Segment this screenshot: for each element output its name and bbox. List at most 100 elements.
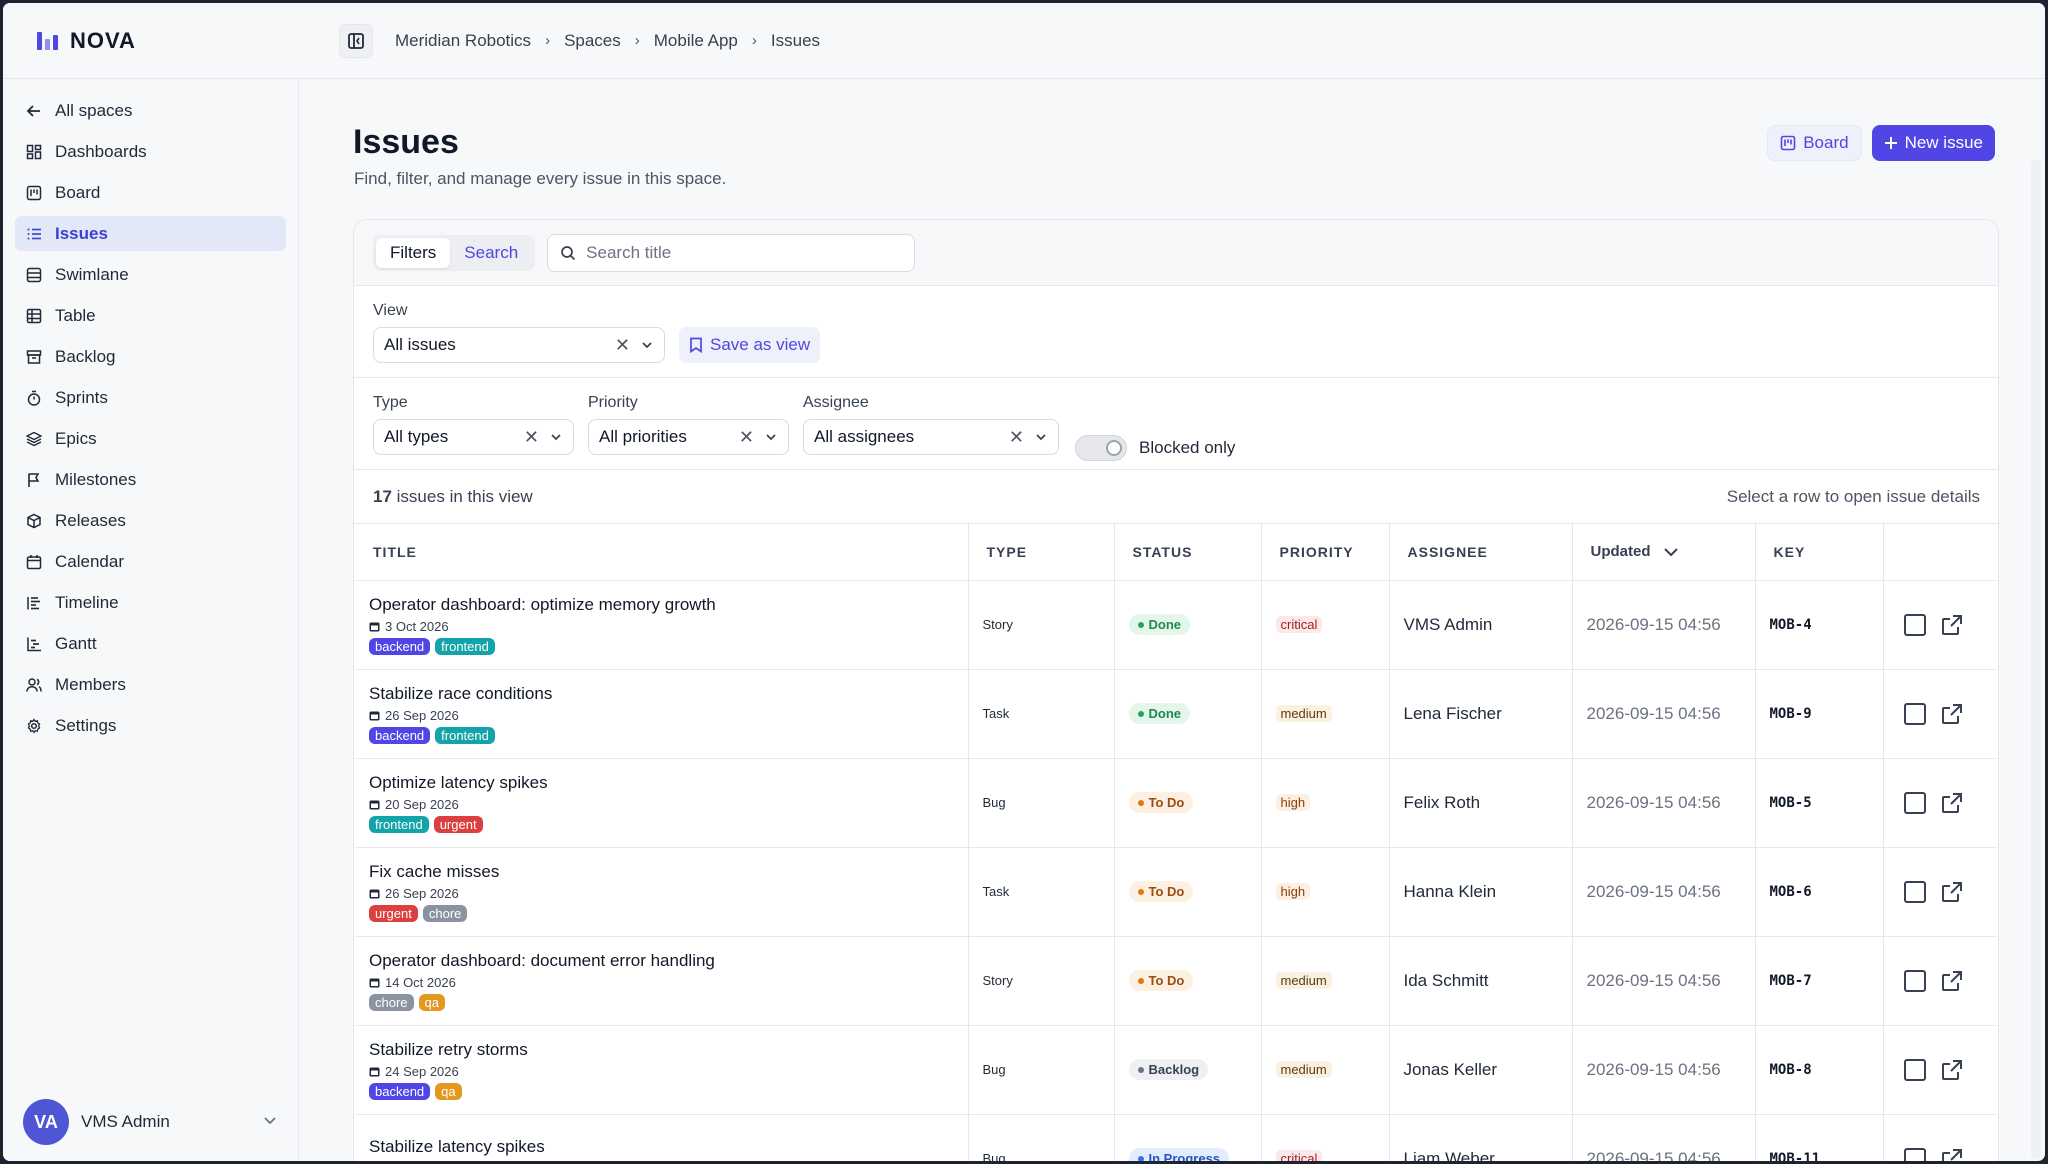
issue-tags: frontend urgent	[369, 815, 968, 833]
table-row[interactable]: Optimize latency spikes 20 Sep 2026 fron…	[355, 758, 1997, 848]
sidebar-item-label: Backlog	[55, 346, 116, 366]
sidebar-item-label: Issues	[55, 223, 108, 243]
table-row[interactable]: Stabilize race conditions 26 Sep 2026 ba…	[355, 669, 1997, 759]
clear-icon[interactable]: ✕	[739, 427, 754, 448]
brand[interactable]: NOVA	[3, 28, 335, 54]
search-icon	[561, 245, 576, 260]
assignee-select[interactable]: All assignees ✕	[803, 419, 1059, 455]
view-select[interactable]: All issues ✕	[373, 327, 665, 363]
blocked-only-toggle[interactable]	[1075, 434, 1127, 461]
sidebar-item-issues[interactable]: Issues	[15, 216, 286, 251]
issue-date-text: 26 Sep 2026	[385, 707, 459, 723]
status-text: In Progress	[1148, 1151, 1221, 1164]
search-input[interactable]	[586, 242, 887, 263]
external-link-icon[interactable]	[1940, 880, 1964, 904]
sidebar-item-gantt[interactable]: Gantt	[15, 626, 286, 661]
table-row[interactable]: Operator dashboard: optimize memory grow…	[355, 580, 1997, 670]
save-as-view-button[interactable]: Save as view	[679, 327, 821, 363]
row-select-checkbox[interactable]	[1903, 969, 1926, 992]
sidebar-item-dashboards[interactable]: Dashboards	[15, 134, 286, 169]
sidebar-item-members[interactable]: Members	[15, 667, 286, 702]
external-link-icon[interactable]	[1940, 1058, 1964, 1082]
issue-count-suffix: issues in this view	[396, 486, 533, 506]
issue-due-date: 24 Sep 2026	[369, 1064, 968, 1079]
sidebar-item-backlog[interactable]: Backlog	[15, 339, 286, 374]
sidebar-item-milestones[interactable]: Milestones	[15, 462, 286, 497]
table-row[interactable]: Stabilize latency spikes 22 Sep 2026 Bug…	[355, 1114, 1997, 1164]
issues-panel: Filters Search View All issues ✕	[353, 219, 1999, 1164]
issue-updated: 2026-09-15 04:56	[1572, 1114, 1756, 1161]
sidebar-item-board[interactable]: Board	[15, 175, 286, 210]
swimlane-icon	[25, 266, 43, 284]
tab-search[interactable]: Search	[450, 238, 532, 268]
row-select-checkbox[interactable]	[1903, 1058, 1926, 1081]
breadcrumb-org[interactable]: Meridian Robotics	[395, 31, 531, 51]
table-row[interactable]: Operator dashboard: document error handl…	[355, 936, 1997, 1026]
row-select-checkbox[interactable]	[1903, 791, 1926, 814]
clear-icon[interactable]: ✕	[1009, 427, 1024, 448]
priority-badge: high	[1275, 882, 1311, 900]
external-link-icon[interactable]	[1940, 702, 1964, 726]
board-view-button[interactable]: Board	[1767, 125, 1862, 161]
priority-select[interactable]: All priorities ✕	[588, 419, 789, 455]
row-select-checkbox[interactable]	[1903, 613, 1926, 636]
issue-status-cell: Done	[1114, 669, 1262, 759]
clear-icon[interactable]: ✕	[615, 335, 630, 356]
column-header-updated[interactable]: Updated	[1572, 524, 1756, 581]
type-select[interactable]: All types ✕	[373, 419, 574, 455]
table-body: Operator dashboard: optimize memory grow…	[355, 580, 1997, 1164]
gantt-icon	[25, 635, 43, 653]
status-text: Done	[1148, 706, 1182, 721]
external-link-icon[interactable]	[1940, 969, 1964, 993]
chevron-right-icon: ›	[545, 32, 551, 49]
tab-filters[interactable]: Filters	[376, 237, 451, 268]
issue-type: Story	[968, 580, 1115, 670]
new-issue-button[interactable]: New issue	[1871, 125, 1995, 161]
external-link-icon[interactable]	[1940, 613, 1964, 637]
table-row[interactable]: Stabilize retry storms 24 Sep 2026 backe…	[355, 1025, 1997, 1115]
breadcrumb-space[interactable]: Mobile App	[654, 31, 738, 51]
sidebar-item-swimlane[interactable]: Swimlane	[15, 257, 286, 292]
issue-title: Stabilize latency spikes	[369, 1137, 545, 1156]
issue-type: Task	[968, 669, 1115, 759]
issue-key: MOB-8	[1755, 1025, 1884, 1115]
status-badge: In Progress	[1128, 1148, 1230, 1164]
sidebar-collapse-button[interactable]	[339, 23, 373, 58]
column-header-key[interactable]: KEY	[1755, 524, 1884, 581]
sidebar-item-epics[interactable]: Epics	[15, 421, 286, 456]
row-select-checkbox[interactable]	[1903, 702, 1926, 725]
table-row[interactable]: Fix cache misses 26 Sep 2026 urgent chore…	[355, 847, 1997, 937]
sidebar-item-all-spaces[interactable]: All spaces	[15, 93, 286, 128]
tag-urgent: urgent	[433, 815, 483, 833]
sidebar-item-sprints[interactable]: Sprints	[15, 380, 286, 415]
issue-date-text: 20 Sep 2026	[385, 796, 459, 812]
sidebar-item-label: Releases	[55, 510, 126, 530]
sidebar-item-table[interactable]: Table	[15, 298, 286, 333]
tag-frontend: frontend	[435, 726, 495, 744]
row-select-checkbox[interactable]	[1903, 1147, 1926, 1161]
sidebar-item-calendar[interactable]: Calendar	[15, 544, 286, 579]
chevron-down-icon	[766, 434, 776, 441]
column-header-type[interactable]: TYPE	[968, 524, 1115, 581]
sidebar-item-timeline[interactable]: Timeline	[15, 585, 286, 620]
sidebar-item-releases[interactable]: Releases	[15, 503, 286, 538]
scrollbar[interactable]	[2031, 159, 2041, 1159]
user-menu[interactable]: VA VMS Admin	[23, 1099, 279, 1145]
view-select-value: All issues	[384, 335, 456, 354]
sidebar-item-settings[interactable]: Settings	[15, 708, 286, 743]
column-header-priority[interactable]: PRIORITY	[1261, 524, 1390, 581]
issue-title: Stabilize race conditions	[369, 683, 553, 703]
clear-icon[interactable]: ✕	[524, 427, 539, 448]
main-content: Issues Find, filter, and manage every is…	[300, 79, 2045, 1161]
column-header-title[interactable]: TITLE	[355, 524, 969, 581]
column-header-status[interactable]: STATUS	[1114, 524, 1262, 581]
external-link-icon[interactable]	[1940, 1147, 1964, 1164]
status-badge: To Do	[1128, 970, 1194, 991]
priority-badge: critical	[1275, 1149, 1323, 1161]
external-link-icon[interactable]	[1940, 791, 1964, 815]
breadcrumb-spaces[interactable]: Spaces	[564, 31, 621, 51]
column-header-assignee[interactable]: ASSIGNEE	[1389, 524, 1573, 581]
row-select-checkbox[interactable]	[1903, 880, 1926, 903]
sidebar-item-label: Calendar	[55, 551, 124, 571]
type-filter-label: Type	[373, 394, 408, 411]
